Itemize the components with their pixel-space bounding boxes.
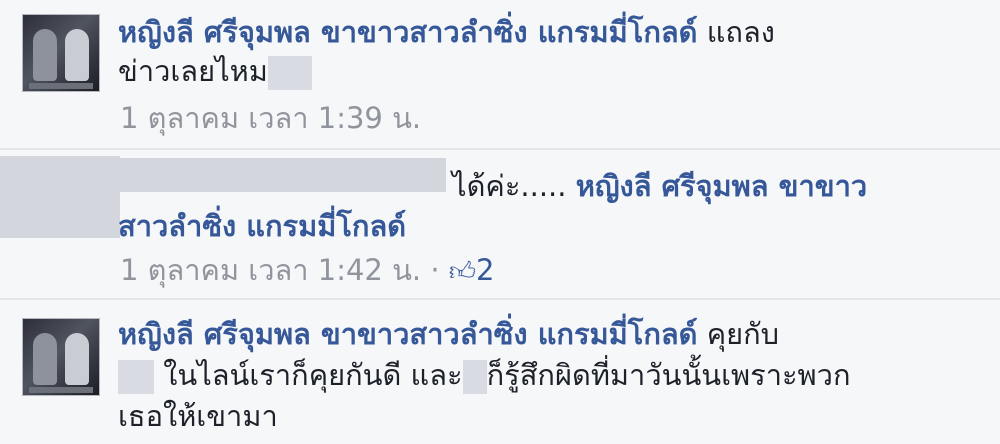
- redacted-avatar: [0, 156, 120, 238]
- author-avatar[interactable]: [22, 318, 100, 396]
- comment-meta: 1 ตุลาคม เวลา 1:42 น. · 👍︎2: [120, 252, 494, 290]
- mention-link[interactable]: หญิงลี ศรีจุมพล ขาขาว: [576, 169, 867, 203]
- comment-1: หญิงลี ศรีจุมพล ขาขาวสาวลำซิ่ง แกรมมี่โก…: [0, 0, 1000, 148]
- comment-text: แถลง: [706, 15, 775, 49]
- author-avatar[interactable]: [22, 14, 100, 92]
- comment-2: ได้ค่ะ..... หญิงลี ศรีจุมพล ขาขาว สาวลำซ…: [0, 148, 1000, 298]
- comment-text: ก็รู้สึกผิดที่มาวันนั้นเพราะพวก: [486, 358, 851, 392]
- comment-2-line-2: สาวลำซิ่ง แกรมมี่โกลด์: [118, 208, 406, 244]
- comment-3-line-3: เธอให้เขามา: [118, 398, 278, 434]
- comment-3-line-2: ในไลน์เราก็คุยกันดี และ ก็รู้สึกผิดที่มาว…: [118, 357, 851, 394]
- comment-timestamp[interactable]: 1 ตุลาคม เวลา 1:39 น.: [120, 100, 421, 136]
- avatar-figure-right: [65, 333, 89, 385]
- comment-text: เธอให้เขามา: [118, 399, 278, 433]
- thumbs-up-icon[interactable]: 👍︎: [449, 257, 476, 287]
- avatar-caption-strip: [29, 387, 93, 393]
- comment-text: คุยกับ: [706, 317, 780, 351]
- avatar-caption-strip: [29, 83, 93, 89]
- comment-2-line-1: ได้ค่ะ..... หญิงลี ศรีจุมพล ขาขาว: [452, 168, 867, 204]
- comment-3-line-1: หญิงลี ศรีจุมพล ขาขาวสาวลำซิ่ง แกรมมี่โก…: [118, 316, 779, 352]
- like-count[interactable]: 2: [476, 253, 494, 287]
- avatar-figure-right: [65, 29, 89, 81]
- comment-text: ได้ค่ะ.....: [452, 169, 567, 203]
- author-name-link[interactable]: หญิงลี ศรีจุมพล ขาขาวสาวลำซิ่ง แกรมมี่โก…: [118, 317, 698, 351]
- comment-text: ข่าวเลยไหม: [118, 54, 268, 88]
- mention-link[interactable]: สาวลำซิ่ง แกรมมี่โกลด์: [118, 209, 406, 243]
- comment-timestamp[interactable]: 1 ตุลาคม เวลา 1:42 น. ·: [120, 253, 440, 287]
- redacted-author-name: [112, 158, 446, 192]
- comment-3: หญิงลี ศรีจุมพล ขาขาวสาวลำซิ่ง แกรมมี่โก…: [0, 298, 1000, 444]
- redacted-text: [118, 360, 154, 394]
- comment-1-line-1: หญิงลี ศรีจุมพล ขาขาวสาวลำซิ่ง แกรมมี่โก…: [118, 14, 775, 50]
- comment-1-line-2: ข่าวเลยไหม: [118, 53, 312, 90]
- author-name-link[interactable]: หญิงลี ศรีจุมพล ขาขาวสาวลำซิ่ง แกรมมี่โก…: [118, 15, 698, 49]
- comment-text: ในไลน์เราก็คุยกันดี และ: [163, 358, 463, 392]
- redacted-text: [267, 56, 312, 90]
- avatar-figure-left: [33, 29, 57, 81]
- avatar-figure-left: [33, 333, 57, 385]
- redacted-text: [462, 360, 487, 394]
